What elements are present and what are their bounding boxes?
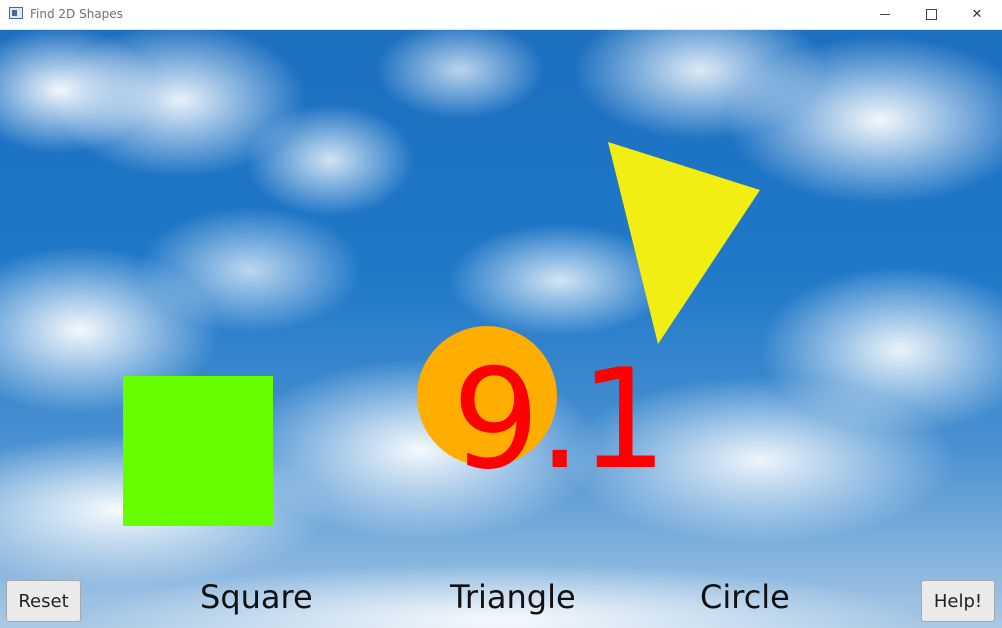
green-square-shape[interactable] [123,376,273,526]
game-stage-sky-background: 9.1 Square Triangle Circle Reset Help! [0,30,1002,628]
maximize-icon [925,9,937,20]
label-square[interactable]: Square [200,578,313,616]
window-title: Find 2D Shapes [30,7,123,21]
triangle-polygon[interactable] [608,142,760,344]
number-display: 9.1 [452,339,667,500]
close-icon: ✕ [971,7,983,22]
label-circle[interactable]: Circle [700,578,790,616]
reset-button[interactable]: Reset [6,580,81,622]
maximize-button[interactable] [908,0,954,29]
app-window-icon [9,7,23,19]
title-bar: Find 2D Shapes ✕ [0,0,1002,30]
close-button[interactable]: ✕ [954,0,1000,29]
yellow-triangle-shape[interactable] [608,142,760,344]
help-button[interactable]: Help! [921,580,995,622]
minimize-button[interactable] [862,0,908,29]
label-triangle[interactable]: Triangle [450,578,576,616]
minimize-icon [880,14,890,15]
